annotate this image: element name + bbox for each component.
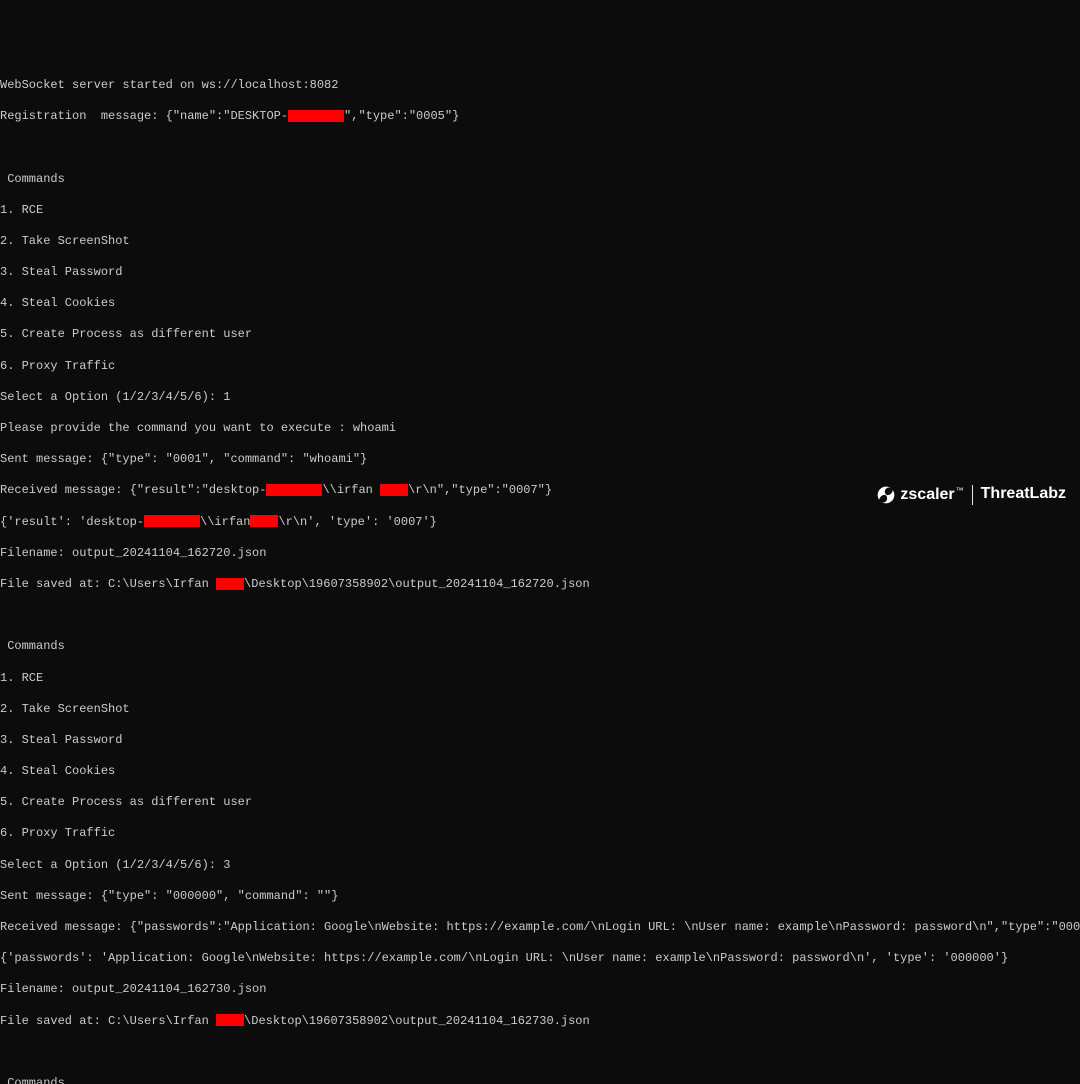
- parsed-b: \\irfan: [200, 515, 250, 529]
- blank-line-3: [0, 1045, 1080, 1061]
- ws-start-line: WebSocket server started on ws://localho…: [0, 78, 1080, 94]
- cmd-6b: 6. Proxy Traffic: [0, 826, 1080, 842]
- terminal-output[interactable]: WebSocket server started on ws://localho…: [0, 62, 1080, 1084]
- sent-msg-2: Sent message: {"type": "000000", "comman…: [0, 889, 1080, 905]
- registration-line: Registration message: {"name":"DESKTOP-x…: [0, 109, 1080, 125]
- parsed-a: {'result': 'desktop-: [0, 515, 144, 529]
- saved-a: File saved at: C:\Users\Irfan: [0, 577, 216, 591]
- redacted-user2: xxx: [250, 515, 278, 527]
- redacted-host3: xxxxxxx: [144, 515, 200, 527]
- cmd-1b: 1. RCE: [0, 671, 1080, 687]
- trademark-icon: ™: [956, 486, 964, 495]
- redacted-user: xxx: [380, 484, 408, 496]
- cmd-1: 1. RCE: [0, 203, 1080, 219]
- saved-b: \Desktop\19607358902\output_20241104_162…: [244, 577, 590, 591]
- redacted-hostname: xxxxxxx: [288, 110, 344, 122]
- saved-1: File saved at: C:\Users\Irfan xxx\Deskto…: [0, 577, 1080, 593]
- recv-c: \r\n","type":"0007"}: [408, 483, 552, 497]
- recv-msg-2: Received message: {"passwords":"Applicat…: [0, 920, 1080, 936]
- select-opt-1: Select a Option (1/2/3/4/5/6): 1: [0, 390, 1080, 406]
- threatlabz-text: ThreatLabz: [981, 484, 1066, 505]
- cmd-5b: 5. Create Process as different user: [0, 795, 1080, 811]
- zscaler-logo: zscaler™: [876, 454, 963, 536]
- saved-2a: File saved at: C:\Users\Irfan: [0, 1014, 216, 1028]
- filename-2: Filename: output_20241104_162730.json: [0, 982, 1080, 998]
- cmd-5: 5. Create Process as different user: [0, 327, 1080, 343]
- cmd-4: 4. Steal Cookies: [0, 296, 1080, 312]
- blank-line-2: [0, 608, 1080, 624]
- zscaler-text: zscaler™: [900, 487, 963, 504]
- cmd-2b: 2. Take ScreenShot: [0, 702, 1080, 718]
- redacted-host2: xxxxxxx: [266, 484, 322, 496]
- zscaler-swirl-icon: [876, 454, 896, 536]
- commands-header-2: Commands: [0, 639, 1080, 655]
- branding-overlay: zscaler™ ThreatLabz: [876, 454, 1066, 536]
- recv-a: Received message: {"result":"desktop-: [0, 483, 266, 497]
- blank-line: [0, 140, 1080, 156]
- commands-header-3: Commands: [0, 1076, 1080, 1084]
- saved-2: File saved at: C:\Users\Irfan xxx\Deskto…: [0, 1014, 1080, 1030]
- select-opt-2: Select a Option (1/2/3/4/5/6): 3: [0, 858, 1080, 874]
- recv-b: \\irfan: [322, 483, 380, 497]
- commands-header: Commands: [0, 172, 1080, 188]
- cmd-6: 6. Proxy Traffic: [0, 359, 1080, 375]
- exec-prompt: Please provide the command you want to e…: [0, 421, 1080, 437]
- cmd-3: 3. Steal Password: [0, 265, 1080, 281]
- cmd-3b: 3. Steal Password: [0, 733, 1080, 749]
- redacted-user3: xxx: [216, 578, 244, 590]
- cmd-2: 2. Take ScreenShot: [0, 234, 1080, 250]
- redacted-user4: xxx: [216, 1014, 244, 1026]
- parsed-msg-2: {'passwords': 'Application: Google\nWebs…: [0, 951, 1080, 967]
- parsed-c: \r\n', 'type': '0007'}: [278, 515, 436, 529]
- cmd-4b: 4. Steal Cookies: [0, 764, 1080, 780]
- filename-1: Filename: output_20241104_162720.json: [0, 546, 1080, 562]
- saved-2b: \Desktop\19607358902\output_20241104_162…: [244, 1014, 590, 1028]
- reg-suffix: ","type":"0005"}: [344, 109, 459, 123]
- reg-prefix: Registration message: {"name":"DESKTOP-: [0, 109, 288, 123]
- branding-divider: [972, 485, 973, 505]
